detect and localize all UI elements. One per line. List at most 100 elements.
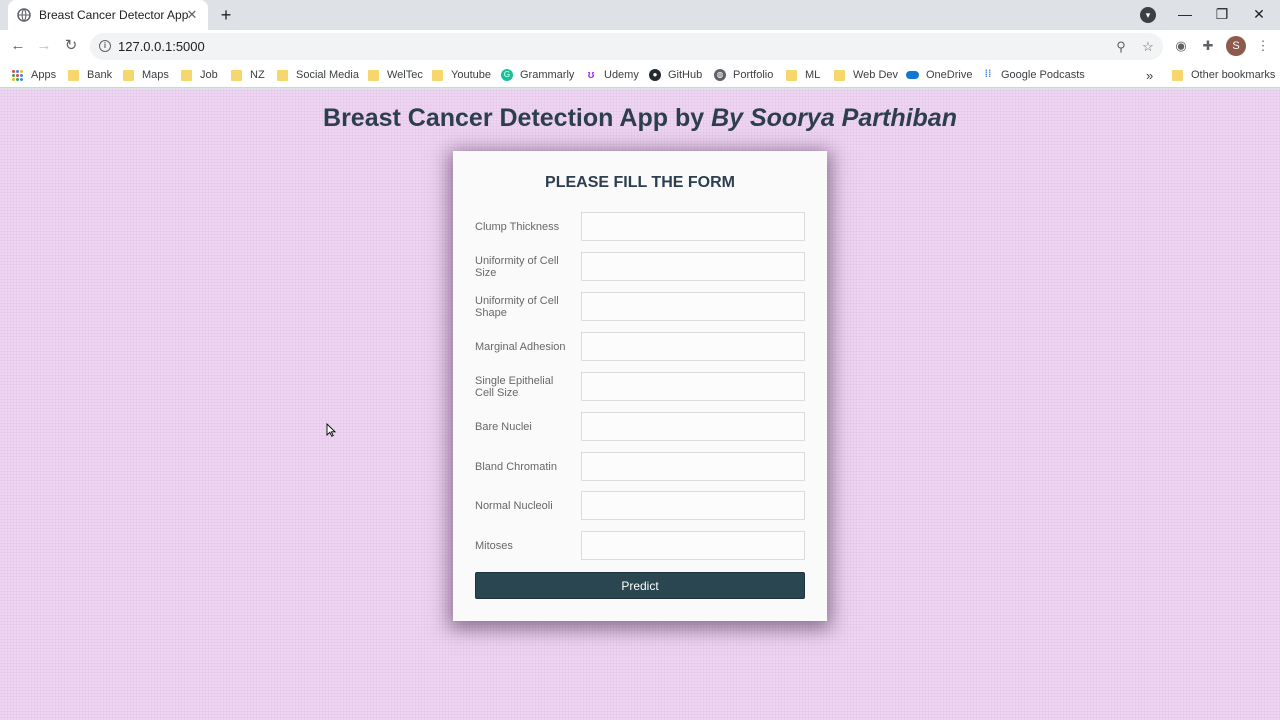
restore-button[interactable]: ❐ (1203, 0, 1241, 30)
page-title-prefix: Breast Cancer Detection App by (323, 104, 712, 132)
new-tab-button[interactable]: + (216, 5, 236, 25)
bookmark-label: Maps (142, 69, 169, 81)
clump-thickness-input[interactable] (581, 212, 805, 241)
bland-chromatin-input[interactable] (581, 452, 805, 481)
bookmark-label: Other bookmarks (1191, 69, 1276, 81)
forward-arrow-icon[interactable]: → (34, 36, 54, 56)
field-row-bland-chromatin: Bland Chromatin (475, 452, 805, 481)
folder-icon (834, 69, 845, 81)
folder-icon (277, 69, 288, 81)
bookmark-maps[interactable]: Maps (123, 66, 169, 84)
other-bookmarks[interactable]: Other bookmarks (1172, 66, 1275, 84)
zoom-icon[interactable]: ⚲ (1112, 38, 1130, 56)
page-body: Breast Cancer Detection App by By Soorya… (0, 89, 1280, 720)
folder-icon (432, 69, 443, 81)
bookmarks-overflow-button[interactable]: » (1146, 66, 1153, 84)
bare-nuclei-input[interactable] (581, 412, 805, 441)
bookmark-social-media[interactable]: Social Media (277, 66, 359, 84)
uniformity-cell-shape-input[interactable] (581, 292, 805, 321)
avatar[interactable]: S (1226, 36, 1246, 56)
onedrive-icon (906, 71, 919, 79)
bookmark-ml[interactable]: ML (786, 66, 820, 84)
bookmark-label: Social Media (296, 69, 359, 81)
browser-tab[interactable]: Breast Cancer Detector App ✕ (8, 0, 208, 30)
bookmark-bank[interactable]: Bank (68, 66, 112, 84)
profile-dropdown-icon[interactable]: ▾ (1140, 7, 1156, 23)
bookmark-weltec[interactable]: WelTec (368, 66, 423, 84)
folder-icon (181, 69, 192, 81)
bookmark-google-podcasts[interactable]: ⁞⁞ Google Podcasts (982, 66, 1085, 84)
marginal-adhesion-input[interactable] (581, 332, 805, 361)
minimize-button[interactable]: — (1166, 0, 1204, 30)
extension-icon[interactable]: ◉ (1172, 37, 1190, 55)
field-row-single-epithelial-cell-size: Single Epithelial Cell Size (475, 372, 805, 401)
bookmark-onedrive[interactable]: OneDrive (906, 66, 972, 84)
browser-toolbar: ← → ↻ i 127.0.0.1:5000 ⚲ ☆ ◉ ✚ S ⋮ (0, 30, 1280, 62)
bookmark-label: Apps (31, 69, 57, 81)
globe-icon (17, 8, 31, 22)
browser-menu-icon[interactable]: ⋮ (1254, 37, 1272, 55)
tab-close-icon[interactable]: ✕ (184, 7, 200, 23)
prediction-form: PLEASE FILL THE FORM Clump Thickness Uni… (453, 151, 827, 621)
bookmark-grammarly[interactable]: G Grammarly (501, 66, 574, 84)
address-bar[interactable]: i 127.0.0.1:5000 ⚲ ☆ (90, 33, 1163, 60)
uniformity-cell-size-label: Uniformity of Cell Size (475, 254, 559, 279)
bookmark-youtube[interactable]: Youtube (432, 66, 491, 84)
bookmark-label: GitHub (668, 69, 703, 81)
url-text[interactable]: 127.0.0.1:5000 (118, 39, 205, 54)
field-row-uniformity-cell-shape: Uniformity of Cell Shape (475, 292, 805, 321)
normal-nucleoli-label: Normal Nucleoli (475, 499, 553, 512)
bookmark-apps[interactable]: Apps (12, 66, 56, 84)
mitoses-label: Mitoses (475, 539, 513, 552)
bookmark-label: Bank (87, 69, 113, 81)
close-window-button[interactable]: ✕ (1240, 0, 1278, 30)
bookmark-label: Youtube (451, 69, 491, 81)
normal-nucleoli-input[interactable] (581, 491, 805, 520)
bare-nuclei-label: Bare Nuclei (475, 420, 532, 433)
site-info-icon[interactable]: i (99, 40, 111, 52)
bland-chromatin-label: Bland Chromatin (475, 460, 557, 473)
page-title-author: By Soorya Parthiban (711, 104, 957, 132)
field-row-uniformity-cell-size: Uniformity of Cell Size (475, 252, 805, 281)
podcasts-icon: ⁞⁞ (984, 69, 992, 80)
field-row-mitoses: Mitoses (475, 531, 805, 560)
extensions-puzzle-icon[interactable]: ✚ (1199, 37, 1217, 55)
folder-icon (368, 69, 379, 81)
mitoses-input[interactable] (581, 531, 805, 560)
bookmark-github[interactable]: ● GitHub (649, 66, 702, 84)
bookmark-label: Grammarly (520, 69, 575, 81)
uniformity-cell-size-input[interactable] (581, 252, 805, 281)
bookmark-job[interactable]: Job (181, 66, 218, 84)
udemy-icon: ʊ (587, 69, 595, 81)
bookmark-label: Web Dev (853, 69, 899, 81)
bookmarks-bar: Apps Bank Maps Job NZ Social Media WelTe… (0, 62, 1280, 88)
apps-grid-icon (12, 69, 23, 81)
bookmark-udemy[interactable]: ʊ Udemy (585, 66, 639, 84)
bookmark-nz[interactable]: NZ (231, 66, 265, 84)
bookmark-label: ML (805, 69, 821, 81)
bookmark-label: Google Podcasts (1001, 69, 1085, 81)
folder-icon (1172, 69, 1183, 81)
folder-icon (786, 69, 797, 81)
field-row-marginal-adhesion: Marginal Adhesion (475, 332, 805, 361)
reload-icon[interactable]: ↻ (61, 36, 81, 56)
grammarly-icon: G (501, 69, 513, 81)
back-arrow-icon[interactable]: ← (8, 36, 28, 56)
bookmark-label: WelTec (387, 69, 423, 81)
browser-tab-strip: Breast Cancer Detector App ✕ + ▾ — ❐ ✕ (0, 0, 1280, 30)
tab-title: Breast Cancer Detector App (39, 8, 189, 22)
globe-icon: ◍ (714, 69, 726, 81)
bookmark-web-dev[interactable]: Web Dev (834, 66, 898, 84)
field-row-clump-thickness: Clump Thickness (475, 212, 805, 241)
bookmark-label: Job (200, 69, 218, 81)
folder-icon (123, 69, 134, 81)
form-heading: PLEASE FILL THE FORM (545, 174, 735, 191)
bookmark-star-icon[interactable]: ☆ (1139, 38, 1157, 56)
bookmark-label: NZ (250, 69, 265, 81)
marginal-adhesion-label: Marginal Adhesion (475, 340, 566, 353)
bookmark-portfolio[interactable]: ◍ Portfolio (714, 66, 773, 84)
predict-button[interactable]: Predict (475, 572, 805, 599)
single-epithelial-cell-size-input[interactable] (581, 372, 805, 401)
clump-thickness-label: Clump Thickness (475, 220, 560, 233)
folder-icon (231, 69, 242, 81)
